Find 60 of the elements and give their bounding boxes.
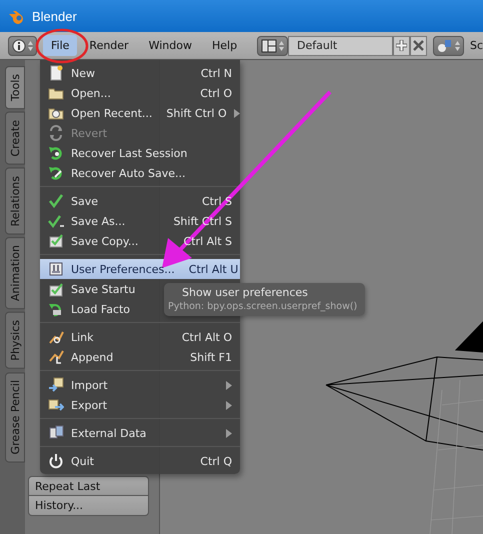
checkmark-icon [48,193,64,209]
documents-icon [48,425,64,441]
info-icon [12,38,26,52]
scene-button[interactable] [432,36,464,56]
menu-item[interactable]: Export [40,395,240,415]
shelf-tab[interactable]: Grease Pencil [5,372,25,462]
undo-arrow-icon [48,301,64,317]
spinner-arrows-icon [28,40,33,52]
menu-tab[interactable]: Help [204,35,246,56]
shelf-tab[interactable]: Tools [5,66,25,110]
shelf-tab[interactable]: Physics [5,312,25,369]
menu-item[interactable]: Link Ctrl Alt O [40,327,240,347]
window-title: Blender [32,8,77,24]
close-icon [413,40,424,51]
layout-icon [261,38,278,52]
checklist-icon [48,233,64,249]
export-icon [48,397,64,413]
operator-button[interactable]: Repeat Last [28,476,149,496]
tooltip-python-command: Python: bpy.ops.screen.userpref_show() [168,301,358,312]
menu-item[interactable]: Append Shift F1 [40,347,240,367]
preferences-icon [48,261,64,277]
power-icon [48,453,64,469]
spinner-arrows-icon [279,40,284,52]
scene-name: Sc [470,39,483,52]
app-logo-icon [8,8,26,24]
menu-item[interactable]: Import [40,375,240,395]
shelf-tab[interactable]: Animation [5,237,25,310]
info-editor-button[interactable] [8,36,37,56]
menu-item[interactable]: User Preferences... Ctrl Alt U [40,259,240,279]
menu-tab[interactable]: Render [81,35,137,56]
shelf-tab[interactable]: Relations [5,168,25,234]
menu-item[interactable]: Open... Ctrl O [40,83,240,103]
menu-item[interactable]: Quit Ctrl Q [40,451,240,471]
new-file-icon [48,65,64,81]
operator-button[interactable]: History... [28,496,149,516]
menu-item[interactable]: External Data [40,423,240,443]
menu-item[interactable]: Recover Auto Save... [40,163,240,183]
undo-arrow-icon [48,145,64,161]
menu-item[interactable]: Open Recent... Shift Ctrl O [40,103,240,123]
link-icon [48,349,64,365]
remove-button[interactable] [410,36,427,56]
shelf-tab[interactable]: Create [5,112,25,165]
layout-name-field[interactable]: Default [288,36,394,56]
tooltip-description: Show user preferences [181,286,309,299]
menu-tab[interactable]: File [43,35,78,56]
refresh-icon [48,125,64,141]
scene-icon [436,38,453,52]
menu-item[interactable]: Recover Last Session [40,143,240,163]
spinner-arrows-icon [454,40,460,52]
menu-tab[interactable]: Window [140,35,200,56]
checkmark-icon [48,213,64,229]
highlight-circle [36,28,88,64]
menu-item[interactable]: New Ctrl N [40,63,240,83]
plus-icon [396,40,408,51]
add-button[interactable] [393,36,410,56]
layout-button[interactable] [257,36,288,56]
import-icon [48,377,64,393]
checklist-icon [48,281,64,297]
link-icon [48,329,64,345]
undo-arrow-icon [48,165,64,181]
